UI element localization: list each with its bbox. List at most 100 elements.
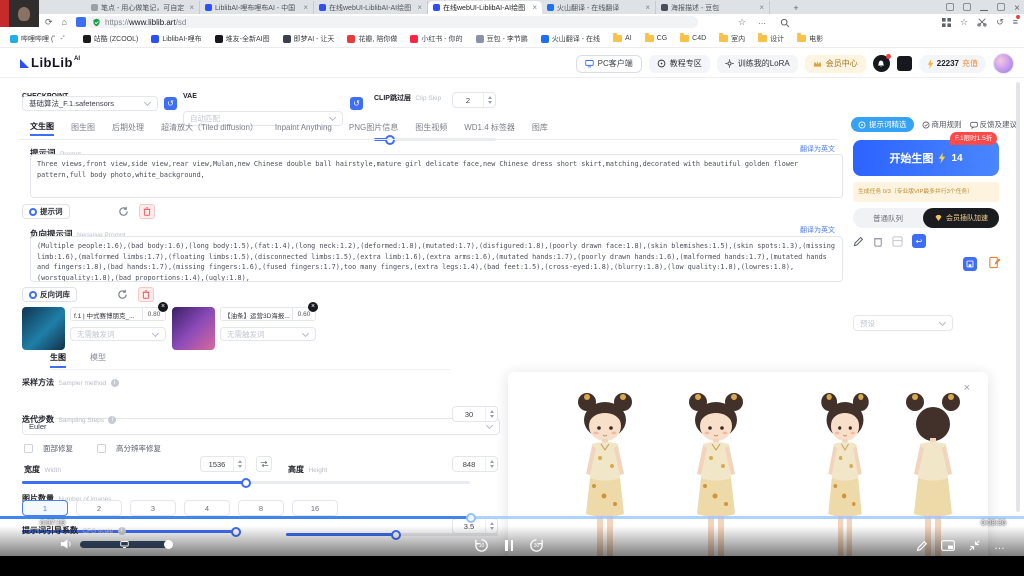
stepper-arrows[interactable] — [485, 407, 497, 421]
lora-card[interactable]: f.1 | 中式赛博朋克_... 0.80 无需触发词 — [22, 307, 166, 350]
docs-icon[interactable] — [897, 56, 912, 71]
page-scrollbar[interactable] — [1016, 82, 1020, 512]
browser-menu-icon[interactable]: ≡ — [1013, 17, 1018, 27]
hires-fix-checkbox[interactable] — [97, 444, 106, 453]
count-option-button[interactable]: 1 — [22, 500, 68, 516]
tab-search-icon[interactable] — [946, 3, 954, 11]
exit-fullscreen-icon[interactable] — [968, 539, 981, 552]
queue-boost-tab[interactable]: 会员插队加速 — [923, 208, 999, 228]
prompt-textarea[interactable]: Three views,front view,side view,rear vi… — [30, 154, 843, 198]
new-tab-button[interactable]: + — [790, 2, 802, 13]
volume-knob[interactable] — [164, 540, 173, 549]
tab-close-icon[interactable] — [189, 3, 194, 12]
favorites-icon[interactable]: ☆ — [960, 17, 968, 28]
browser-tab[interactable]: 在线webUI-LiblibAI-AI绘图 — [428, 1, 542, 14]
home-icon[interactable]: ⌂ — [62, 18, 67, 27]
reload-icon[interactable]: ⟳ — [45, 18, 53, 27]
browser-tab[interactable]: 在线webUI-LiblibAI-AI绘图 — [314, 1, 428, 14]
workspace-icon[interactable] — [963, 3, 971, 11]
bookmark-folder[interactable]: 电影 — [797, 34, 823, 44]
negative-clear-button[interactable] — [138, 287, 154, 302]
prompt-refresh-icon[interactable] — [118, 206, 129, 217]
subtab[interactable]: 生图 — [50, 352, 66, 368]
checkpoint-select[interactable]: 基础算法_F.1.safetensors — [22, 96, 158, 111]
scissors-icon[interactable] — [977, 17, 987, 27]
liblib-logo[interactable]: LibLib AI — [20, 55, 80, 70]
bookmark-item[interactable]: 站酷 (ZCOOL) — [83, 34, 139, 44]
video-progress-knob[interactable] — [466, 513, 476, 523]
negative-translate-link[interactable]: 翻译为英文 — [800, 225, 835, 235]
tab-close-icon[interactable] — [303, 3, 308, 12]
notifications-bell-icon[interactable] — [873, 55, 890, 72]
tab-close-icon[interactable] — [532, 3, 537, 12]
bookmark-item[interactable]: 哔哩哔哩 (゜-゜ — [10, 34, 70, 44]
swap-dimensions-button[interactable] — [256, 456, 272, 472]
credits-pill[interactable]: 22237 充值 — [919, 55, 986, 73]
pause-button[interactable] — [505, 540, 513, 551]
count-option-button[interactable]: 2 — [76, 500, 122, 516]
prompt-clear-button[interactable] — [139, 204, 155, 219]
video-progress-bar[interactable] — [0, 516, 1024, 519]
negative-library-button[interactable]: 反向词库 — [22, 287, 77, 302]
browser-tab[interactable]: 海报描述 - 豆包 — [656, 1, 770, 14]
lora-remove-icon[interactable] — [308, 302, 318, 312]
prompt-library-button[interactable]: 提示词 — [22, 204, 70, 219]
apps-grid-icon[interactable] — [942, 18, 951, 27]
bookmark-folder[interactable]: AI — [613, 34, 632, 44]
trash-icon[interactable] — [873, 236, 883, 247]
minimize-icon[interactable] — [980, 10, 988, 11]
steps-stepper[interactable]: 30 — [452, 406, 498, 422]
steps-slider[interactable] — [22, 481, 470, 484]
history-undo-icon[interactable]: ↺ — [996, 17, 1004, 28]
train-lora-button[interactable]: 训练我的LoRA — [717, 55, 798, 73]
plugin-tab[interactable]: 图生图 — [71, 122, 95, 135]
negative-prompt-textarea[interactable]: (Multiple people:1.6),(bad body:1.6),(lo… — [30, 236, 843, 282]
vae-refresh-button[interactable]: ↺ — [350, 97, 363, 110]
bookmark-item[interactable]: LiblibAI-哩布 — [151, 34, 201, 44]
edit-preset-button[interactable] — [988, 256, 1001, 269]
bookmark-item[interactable]: 堆友-全新AI图 — [215, 34, 270, 44]
plugin-tab[interactable]: Inpaint Anything — [275, 123, 332, 134]
edit-pencil-icon[interactable] — [853, 236, 864, 247]
queue-normal-tab[interactable]: 普通队列 — [853, 208, 923, 228]
lora-remove-icon[interactable] — [158, 302, 168, 312]
notes-pencil-icon[interactable] — [916, 540, 928, 552]
count-option-button[interactable]: 4 — [184, 500, 230, 516]
pip-icon[interactable] — [941, 540, 955, 551]
plugin-tab[interactable]: WD1.4 标签器 — [464, 122, 515, 135]
tab-close-icon[interactable] — [417, 3, 422, 12]
bookmark-folder[interactable]: CG — [645, 34, 668, 44]
bookmark-folder[interactable]: C4D — [680, 34, 706, 44]
lora-trigger-select[interactable]: 无需触发词 — [70, 327, 166, 341]
search-icon[interactable] — [780, 18, 790, 28]
forward-30-button[interactable]: 30 — [529, 538, 544, 553]
slider-knob[interactable] — [241, 478, 251, 488]
rewind-10-button[interactable]: 10 — [474, 538, 489, 553]
generate-button[interactable]: 开始生图 14 — [853, 140, 999, 176]
pc-client-button[interactable]: PC客户端 — [576, 55, 642, 73]
bookmark-folder[interactable]: 设计 — [758, 34, 784, 44]
plugin-tab[interactable]: 文生图 — [30, 121, 54, 136]
player-more-icon[interactable]: … — [994, 540, 1006, 552]
subtab[interactable]: 模型 — [90, 352, 106, 368]
member-center-button[interactable]: 会员中心 — [805, 55, 866, 73]
preset-select[interactable]: 预设 — [853, 315, 953, 331]
stepper-arrows[interactable] — [233, 457, 245, 471]
save-layout-icon[interactable] — [892, 236, 903, 247]
tab-close-icon[interactable] — [645, 3, 650, 12]
checkpoint-refresh-button[interactable]: ↺ — [164, 97, 177, 110]
prompt-translate-link[interactable]: 翻译为英文 — [800, 144, 835, 154]
tab-close-icon[interactable] — [759, 3, 764, 12]
bookmark-folder[interactable]: 室内 — [719, 34, 745, 44]
plugin-tab[interactable]: 超清放大（Tiled diffusion） — [161, 122, 258, 135]
bookmark-item[interactable]: 即梦AI - 让天 — [283, 34, 335, 44]
bookmark-item[interactable]: 火山翻译 - 在线 — [541, 34, 600, 44]
negative-refresh-icon[interactable] — [117, 289, 128, 300]
maximize-icon[interactable] — [997, 3, 1005, 11]
clip-skip-stepper[interactable]: 2 — [452, 92, 496, 108]
count-option-button[interactable]: 3 — [130, 500, 176, 516]
bookmark-item[interactable]: 花瓣, 陪你做 — [347, 34, 397, 44]
volume-icon[interactable] — [60, 538, 73, 550]
face-restore-checkbox[interactable] — [24, 444, 33, 453]
save-preset-button[interactable] — [963, 257, 977, 271]
